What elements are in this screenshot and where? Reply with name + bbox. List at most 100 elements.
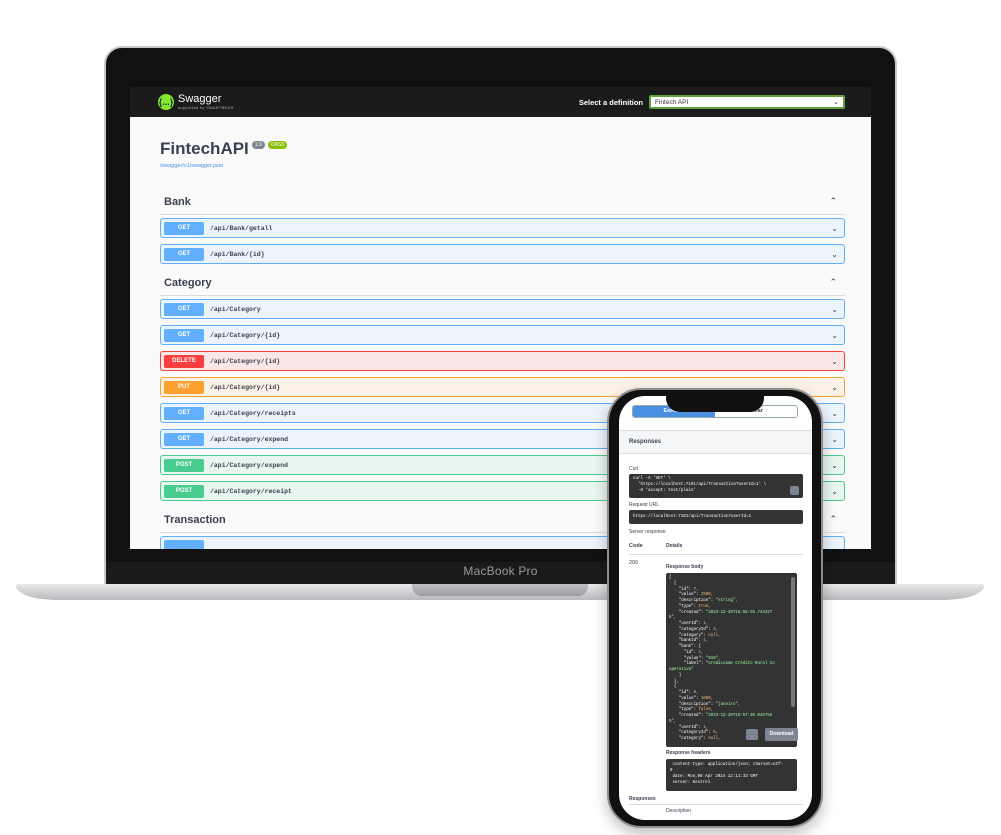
- curl-line: curl -X 'GET' \: [633, 477, 671, 481]
- table-divider: [629, 554, 803, 555]
- operation-row[interactable]: GET /api/Category ⌄: [160, 299, 845, 319]
- response-body-block: [ { "id": 7, "value": 2500, "description…: [666, 573, 797, 747]
- response-code: 200: [629, 560, 639, 566]
- method-badge: GET: [164, 221, 204, 235]
- swagger-logo-icon: {...}: [158, 94, 174, 110]
- chevron-down-icon: ⌄: [831, 382, 838, 392]
- version-badge: 1.0: [251, 141, 265, 149]
- chevron-down-icon: ⌄: [831, 304, 838, 314]
- header-line: server: Kestrel: [670, 781, 711, 785]
- download-button[interactable]: Download: [765, 728, 798, 741]
- tag-name: Category: [164, 276, 212, 289]
- response-body-line: "label": "Credicoamo Crédito Rural Co: [669, 662, 775, 667]
- laptop-brand-label: MacBook Pro: [463, 564, 538, 578]
- chevron-up-icon: ⌃: [829, 196, 837, 206]
- operation-row[interactable]: GET /api/Category/{id} ⌄: [160, 325, 845, 345]
- responses-heading: Responses: [629, 439, 662, 445]
- definition-label: Select a definition: [578, 97, 643, 107]
- curl-line: 'https://localhost:7191/api/Transaction?…: [633, 483, 767, 487]
- response-body-line: "created": "2023-12-20T15:55:55.744327: [669, 610, 773, 615]
- response-body-line: "id": 1,: [669, 650, 704, 655]
- method-badge: GET: [164, 328, 204, 342]
- copy-icon[interactable]: [746, 729, 758, 740]
- oas-badge: OAS3: [267, 141, 288, 149]
- definition-select[interactable]: Fintech API ⌄: [649, 95, 845, 109]
- response-body-line: "type": false,: [669, 708, 714, 713]
- tag-name: Transaction: [164, 513, 226, 526]
- request-url-label: Request URL: [629, 502, 660, 508]
- method-badge: POST: [164, 484, 204, 498]
- method-badge: POST: [164, 458, 204, 472]
- response-body-line: [: [669, 576, 672, 580]
- curl-line: -H 'accept: text/plain': [633, 489, 696, 493]
- method-badge: GET: [164, 247, 204, 261]
- method-badge: GET: [164, 432, 204, 446]
- response-body-line: "userId": 1,: [669, 622, 709, 626]
- response-body-line: "userId": 1,: [669, 725, 709, 730]
- operation-path: /api/Bank/{id}: [210, 250, 265, 258]
- tag-header[interactable]: Bank ⌃: [160, 189, 845, 215]
- response-body-line: "value": 2500,: [669, 593, 714, 598]
- swagger-logo[interactable]: {...} Swagger supported by SMARTBEAR: [158, 94, 234, 110]
- response-body-line: "categoryId": 4,: [669, 627, 719, 632]
- response-headers-label: Response headers: [666, 750, 711, 756]
- header-line: date: Mon,08 Apr 2024 12:11:33 GMT: [670, 775, 758, 779]
- tag-name: Bank: [164, 195, 191, 208]
- response-body-line: {: [669, 685, 677, 690]
- phone-screen: Execute Clear Responses Curl curl -X 'GE…: [619, 396, 812, 820]
- chevron-down-icon: ⌄: [831, 356, 838, 366]
- swagger-topbar: {...} Swagger supported by SMARTBEAR Sel…: [130, 87, 871, 117]
- response-body-line: "created": "2023-12-20T15:57:30.045758: [669, 714, 773, 718]
- operation-path: /api/Category/receipt: [210, 487, 292, 495]
- operation-row[interactable]: GET /api/Bank/{id} ⌄: [160, 244, 845, 264]
- copy-icon[interactable]: [790, 486, 799, 495]
- header-line: 8: [670, 769, 673, 773]
- response-body-line: "id": 8,: [669, 691, 699, 695]
- curl-label: Curl: [629, 466, 639, 472]
- response-headers-block: content-type: application/json; charset=…: [666, 759, 797, 791]
- chevron-down-icon: ⌄: [831, 330, 838, 340]
- response-body-line: "categoryId": 5,: [669, 731, 719, 736]
- chevron-up-icon: ⌃: [829, 277, 837, 287]
- operation-row[interactable]: DELETE /api/Category/{id} ⌄: [160, 351, 845, 371]
- response-body-line: "bank": {: [669, 645, 701, 649]
- response-body-line: },: [669, 679, 679, 684]
- description-header: Description: [666, 808, 692, 814]
- table-divider: [629, 804, 803, 805]
- chevron-down-icon: ⌄: [831, 249, 838, 259]
- response-body-line: "bankId": 1,: [669, 639, 709, 644]
- response-body-line: "value": 1000,: [669, 696, 714, 701]
- response-body-line: 9",: [669, 719, 677, 724]
- method-badge: GET: [164, 406, 204, 420]
- tag-header[interactable]: Category ⌃: [160, 270, 845, 296]
- definition-select-value: Fintech API: [655, 98, 689, 106]
- chevron-down-icon: ⌄: [831, 486, 838, 496]
- response-body-line: }: [669, 673, 682, 678]
- operation-path: /api/Category/expend: [210, 461, 289, 469]
- chevron-down-icon: ⌄: [831, 408, 838, 418]
- response-body-line: "type": true,: [669, 604, 711, 609]
- operation-path: /api/Category: [210, 305, 261, 313]
- tag-section-bank: Bank ⌃ GET /api/Bank/getall ⌄ GET /api/B…: [160, 189, 845, 264]
- spec-link[interactable]: /swagger/v1/swagger.json: [160, 163, 841, 169]
- operation-path: /api/Bank/getall: [210, 224, 273, 232]
- chevron-down-icon: ⌄: [833, 99, 839, 106]
- responses-section-header: Responses: [619, 430, 812, 454]
- response-body-line: "value": "010",: [669, 656, 721, 661]
- bottom-responses-label: Responses: [629, 796, 656, 802]
- response-body-line: operativa": [669, 668, 694, 672]
- server-response-label: Server response: [629, 529, 666, 535]
- swagger-logo-title: Swagger: [178, 93, 222, 105]
- details-column-header: Details: [666, 543, 683, 549]
- phone-notch: [666, 396, 764, 412]
- response-body-line: "category": null,: [669, 737, 721, 741]
- chevron-down-icon: ⌄: [831, 460, 838, 470]
- response-body-line: "id": 7,: [669, 587, 699, 592]
- scrollbar[interactable]: [791, 577, 795, 707]
- response-body-line: 8",: [669, 616, 677, 621]
- header-line: content-type: application/json; charset=…: [670, 763, 784, 767]
- method-badge: PUT: [164, 380, 204, 394]
- laptop-opening-notch: [412, 584, 588, 596]
- operation-path: /api/Category/{id}: [210, 357, 281, 365]
- operation-row[interactable]: GET /api/Bank/getall ⌄: [160, 218, 845, 238]
